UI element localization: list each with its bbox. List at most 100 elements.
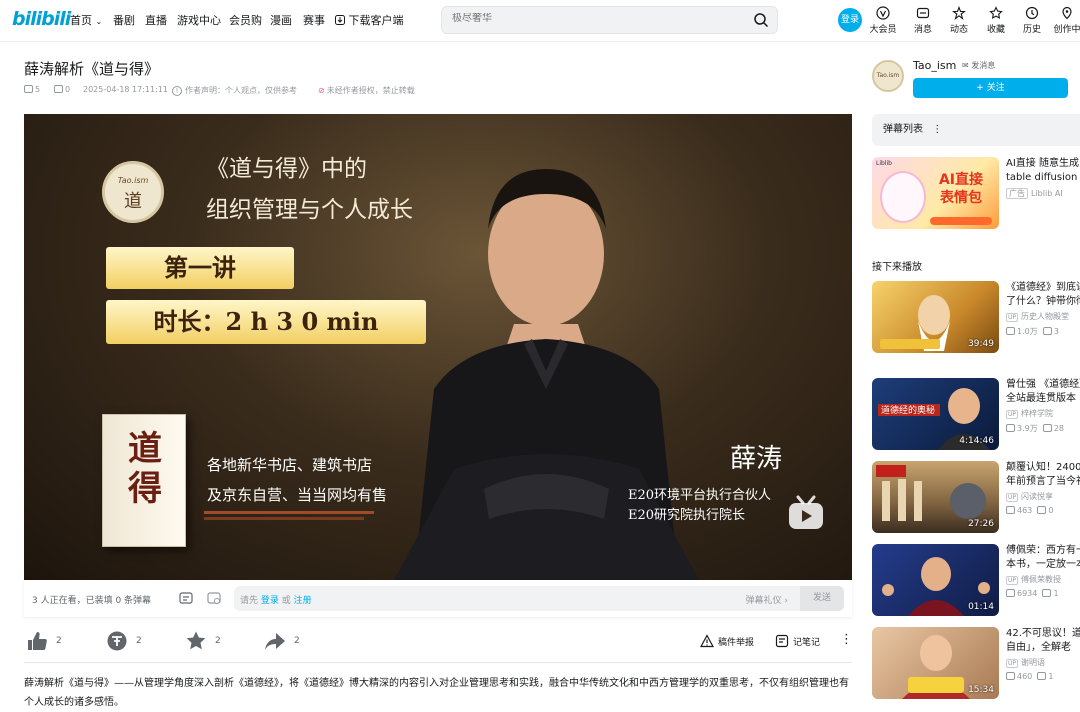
vip-button[interactable]: 大会员 (866, 6, 900, 35)
nav-mall[interactable]: 会员购 (229, 12, 262, 28)
download-icon (335, 15, 345, 25)
rec-comments: 1 (1053, 589, 1059, 598)
ad-thumbnail[interactable]: Liblib AI直接 表情包 (872, 157, 999, 229)
ad-tag: 广告 (1006, 188, 1028, 199)
nav-download[interactable]: 下载客户端 (335, 12, 404, 28)
rec-uploader[interactable]: UP 历史人物殿堂 (1006, 311, 1069, 322)
lecture-plaque: 第一讲 (106, 247, 294, 289)
danmaku-count-icon (1037, 506, 1047, 514)
login-button[interactable]: 登录 (838, 8, 862, 32)
rec-stats: 460 1 (1006, 672, 1053, 681)
play-count-icon (1006, 672, 1015, 680)
nav-manga[interactable]: 漫画 (270, 12, 292, 28)
more-options-icon[interactable]: ⋮ (840, 632, 853, 647)
up-tag-icon: UP (1006, 313, 1019, 322)
danmaku-settings-icon[interactable] (207, 591, 221, 605)
creator-label: 创作中 (1053, 25, 1080, 35)
clock-icon (1025, 6, 1039, 20)
like-button[interactable]: 2 (26, 630, 62, 652)
message-button[interactable]: 消息 (906, 6, 940, 35)
rec-uploader-name: 闪读悦享 (1021, 492, 1054, 501)
recommended-video[interactable]: 15:34 42.不可思议！道自由」，全解老 UP 谢明语 460 1 (872, 627, 1080, 699)
note-button[interactable]: 记笔记 (775, 634, 820, 648)
share-button[interactable]: 2 (264, 630, 300, 652)
rec-uploader-name: 谢明语 (1021, 658, 1046, 667)
rec-uploader[interactable]: UP 闪读悦享 (1006, 491, 1053, 502)
message-icon (916, 7, 930, 19)
danmaku-count-icon (1042, 327, 1052, 335)
rec-thumbnail: 01:14 (872, 544, 999, 616)
nav-home[interactable]: 首页 ⌄ (70, 12, 102, 28)
message-label: 消息 (913, 25, 932, 35)
danmaku-list-toggle[interactable]: 弹幕列表 ⋮ (872, 114, 1080, 146)
bilibili-logo[interactable]: bilibili (12, 8, 71, 30)
nav-live[interactable]: 直播 (145, 12, 167, 28)
rec-views: 463 (1017, 506, 1033, 515)
rec-thumbnail: 道德经的奥秘 4:14:46 (872, 378, 999, 450)
star-icon (186, 631, 206, 650)
dynamic-button[interactable]: 动态 (942, 6, 976, 35)
favorites-button[interactable]: 收藏 (979, 6, 1013, 35)
video-description: 薛涛解析《道与得》——从管理学角度深入剖析《道德经》，将《道德经》博大精深的内容… (24, 678, 849, 708)
rec-title: 《道德经》到底讲了什么？钟带你彻底读懂 (1006, 282, 1080, 307)
danmaku-etiquette-link[interactable]: 弹幕礼仪 › (746, 593, 788, 606)
store-line-1: 各地新华书店、建筑书店 (207, 456, 373, 474)
recommended-video[interactable]: 39:49 《道德经》到底讲了什么？钟带你彻底读懂 UP历史人物殿堂 1.0万 … (872, 281, 1080, 353)
search-icon[interactable] (753, 12, 769, 28)
report-button[interactable]: 稿件举报 (700, 634, 754, 648)
recommended-video[interactable]: 01:14 傅佩荣：西方有一本书，一定放一本中 UP傅佩荣教授 6934 1 (872, 544, 1080, 616)
uploader-avatar[interactable]: Tao.ism (872, 60, 904, 92)
author-statement: ! 作者声明：个人观点，仅供参考 (172, 85, 297, 96)
rec-stats: 463 0 (1006, 506, 1053, 515)
video-player[interactable]: Tao.ism 道 《道与得》中的 组织管理与个人成长 第一讲 时长：2 h 3 … (24, 114, 852, 580)
recommended-video[interactable]: 27:26 颠覆认知！2400年前预言了当今社会? UP闪读悦享 463 0 (872, 461, 1080, 533)
dynamic-icon (952, 6, 966, 20)
chopsticks-decoration (204, 511, 374, 520)
danmaku-count: 0 (54, 85, 70, 94)
up-tag-icon: UP (1006, 410, 1019, 419)
svg-text:道德经的奥秘: 道德经的奥秘 (881, 404, 935, 416)
rec-uploader[interactable]: UP 傅佩荣教授 (1006, 574, 1061, 585)
danmaku-register-link[interactable]: 注册 (294, 596, 312, 606)
tao-ism-seal: Tao.ism 道 (102, 161, 164, 223)
danmaku-count-icon (1037, 672, 1047, 680)
rec-uploader-name: 梓梓学院 (1021, 409, 1054, 418)
ad-title[interactable]: AI直接 随意生成 table diffusion (1006, 157, 1080, 185)
search-input[interactable] (452, 13, 732, 24)
rec-uploader[interactable]: UP 谢明语 (1006, 657, 1045, 668)
cover-heading-1: 《道与得》中的 (206, 156, 367, 182)
report-label: 稿件举报 (718, 637, 755, 648)
search-box (441, 6, 778, 34)
danmaku-toggle-icon[interactable] (179, 591, 193, 605)
danmaku-count-icon (54, 85, 63, 93)
nav-esports[interactable]: 赛事 (303, 12, 325, 28)
publish-date: 2025-04-18 17:11:11 (83, 85, 168, 94)
nav-label: 首页 (70, 14, 92, 27)
send-danmaku-button[interactable]: 发送 (800, 586, 844, 611)
danmaku-login-link[interactable]: 登录 (261, 596, 279, 606)
rec-title: 曾仕强 《道德经》全站最连贯版本 (1006, 379, 1080, 404)
uploader-name[interactable]: Tao_ism (913, 59, 956, 72)
nav-game-center[interactable]: 游戏中心 (177, 12, 221, 28)
speaker-role-2: E20研究院执行院长 (628, 508, 746, 523)
favorite-button[interactable]: 2 (185, 630, 221, 652)
more-icon: ⋮ (932, 124, 943, 135)
recommended-video[interactable]: 道德经的奥秘 4:14:46 曾仕强 《道德经》全站最连贯版本 UP 梓梓学院 3.… (872, 378, 1080, 450)
star-icon (989, 6, 1003, 20)
history-button[interactable]: 历史 (1015, 6, 1049, 35)
store-line-2: 及京东自营、当当网均有售 (207, 486, 388, 504)
up-tag-icon: UP (1006, 493, 1019, 502)
coin-count: 2 (136, 636, 142, 646)
dynamic-label: 动态 (949, 25, 968, 35)
note-label: 记笔记 (793, 637, 821, 648)
no-repost-notice: ⊘ 未经作者授权，禁止转载 (318, 85, 415, 96)
danmaku-input[interactable]: 请先 登录 或 注册 弹幕礼仪 › 发送 (234, 586, 844, 611)
creator-button[interactable]: 创作中 (1050, 6, 1080, 35)
nav-anime[interactable]: 番剧 (113, 12, 135, 28)
rec-uploader[interactable]: UP 梓梓学院 (1006, 408, 1053, 419)
rec-comments: 3 (1053, 327, 1059, 336)
follow-button[interactable]: + 关注 (913, 78, 1068, 98)
coin-button[interactable]: 2 (106, 630, 142, 652)
send-message-link[interactable]: ✉ 发消息 (962, 60, 995, 71)
play-tv-icon[interactable] (786, 494, 826, 534)
